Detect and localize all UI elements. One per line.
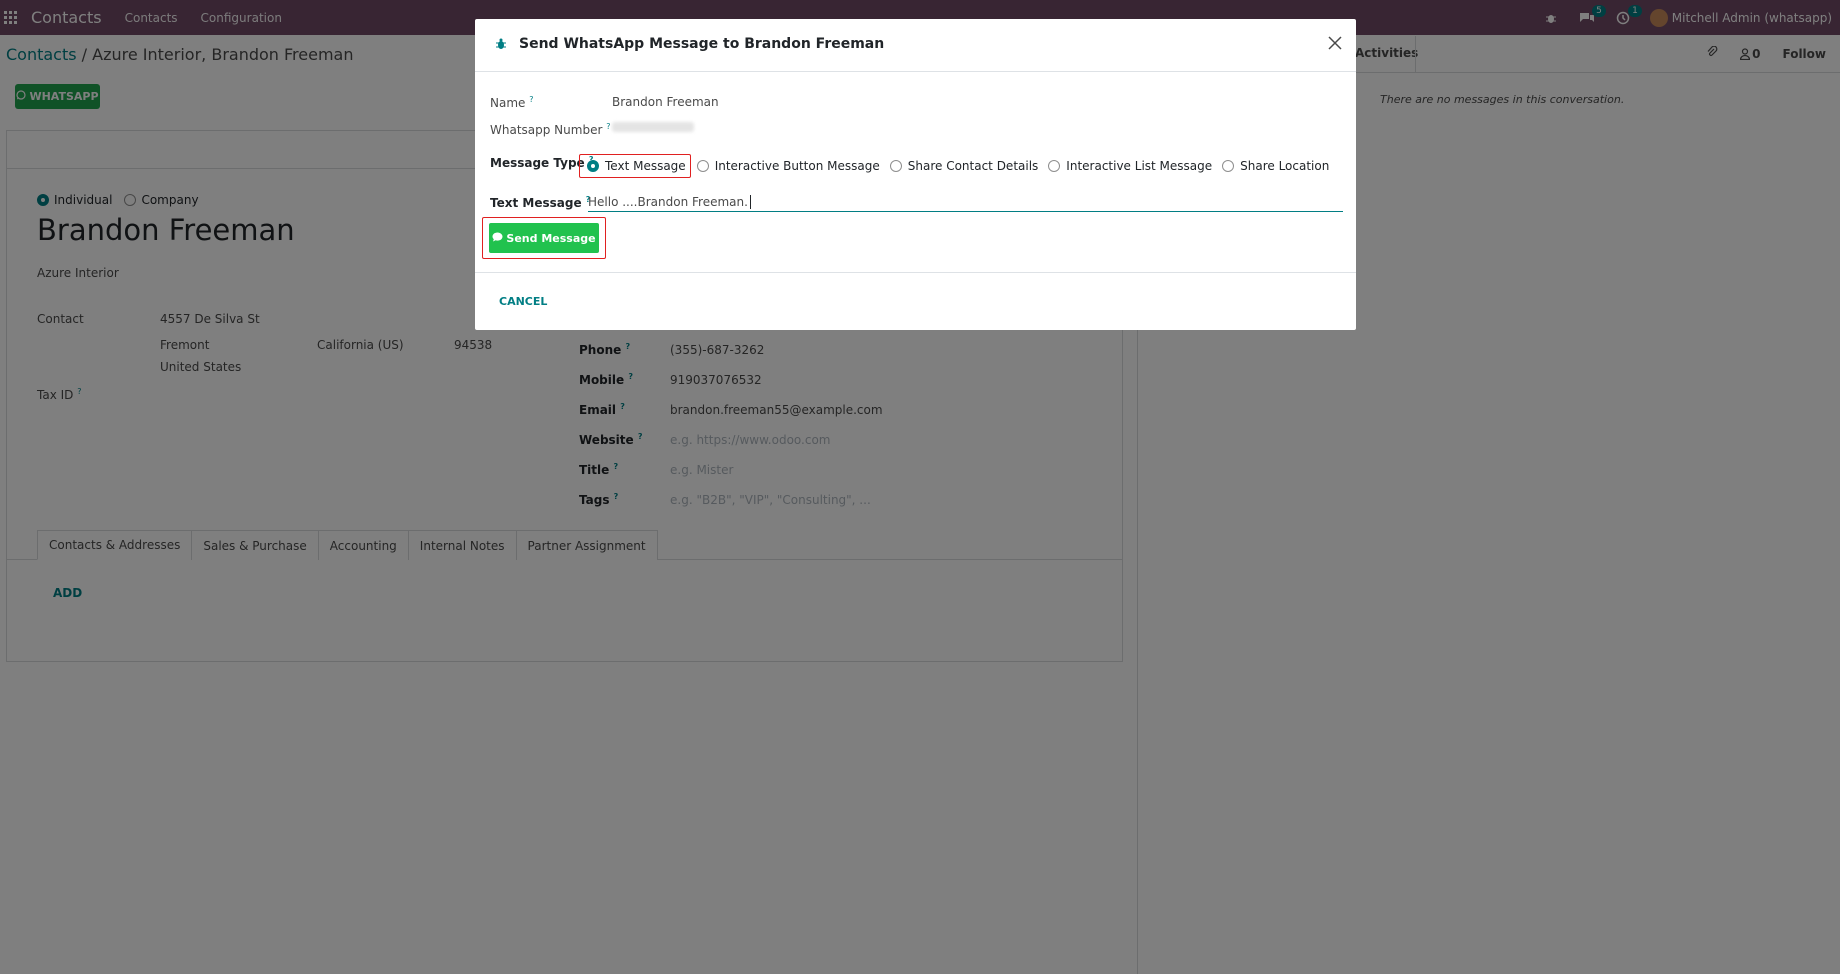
close-icon[interactable] bbox=[1326, 35, 1344, 53]
whatsapp-number-label: Whatsapp Number ? bbox=[490, 122, 611, 137]
text-message-input[interactable]: Hello ....Brandon Freeman. bbox=[588, 192, 1343, 212]
type-interactive-list-label: Interactive List Message bbox=[1066, 159, 1213, 173]
type-share-location-label: Share Location bbox=[1240, 159, 1330, 173]
type-interactive-button[interactable]: Interactive Button Message bbox=[696, 159, 880, 173]
radio-unselected[interactable] bbox=[1048, 160, 1061, 172]
dialog-header: Send WhatsApp Message to Brandon Freeman bbox=[475, 19, 1356, 72]
type-interactive-list[interactable]: Interactive List Message bbox=[1048, 159, 1212, 173]
radio-unselected[interactable] bbox=[889, 160, 902, 172]
type-share-contact-label: Share Contact Details bbox=[907, 159, 1039, 173]
cancel-button[interactable]: CANCEL bbox=[499, 295, 547, 308]
message-type-selector: Text Message Interactive Button Message … bbox=[579, 154, 1339, 178]
send-highlight: Send Message bbox=[482, 217, 606, 259]
type-interactive-button-label: Interactive Button Message bbox=[714, 159, 880, 173]
type-share-contact[interactable]: Share Contact Details bbox=[889, 159, 1039, 173]
dialog-footer: CANCEL bbox=[475, 272, 1356, 330]
radio-unselected[interactable] bbox=[696, 160, 709, 172]
type-text-message-label: Text Message bbox=[605, 159, 686, 173]
text-message-label: Text Message ? bbox=[490, 195, 591, 210]
whatsapp-number-field[interactable] bbox=[612, 122, 694, 132]
radio-selected[interactable] bbox=[587, 160, 599, 172]
whatsapp-dialog: Send WhatsApp Message to Brandon Freeman… bbox=[475, 19, 1356, 330]
chat-bubble-icon bbox=[492, 232, 503, 245]
name-label: Name ? bbox=[490, 95, 534, 110]
send-message-label: Send Message bbox=[506, 231, 596, 245]
send-message-button[interactable]: Send Message bbox=[489, 223, 599, 253]
dialog-title: Send WhatsApp Message to Brandon Freeman bbox=[519, 36, 885, 52]
type-share-location[interactable]: Share Location bbox=[1222, 159, 1329, 173]
radio-unselected[interactable] bbox=[1222, 160, 1235, 172]
message-type-label: Message Type ? bbox=[490, 155, 594, 170]
name-value[interactable]: Brandon Freeman bbox=[612, 95, 719, 109]
type-text-message[interactable]: Text Message bbox=[579, 154, 691, 178]
bug-icon bbox=[495, 38, 507, 50]
